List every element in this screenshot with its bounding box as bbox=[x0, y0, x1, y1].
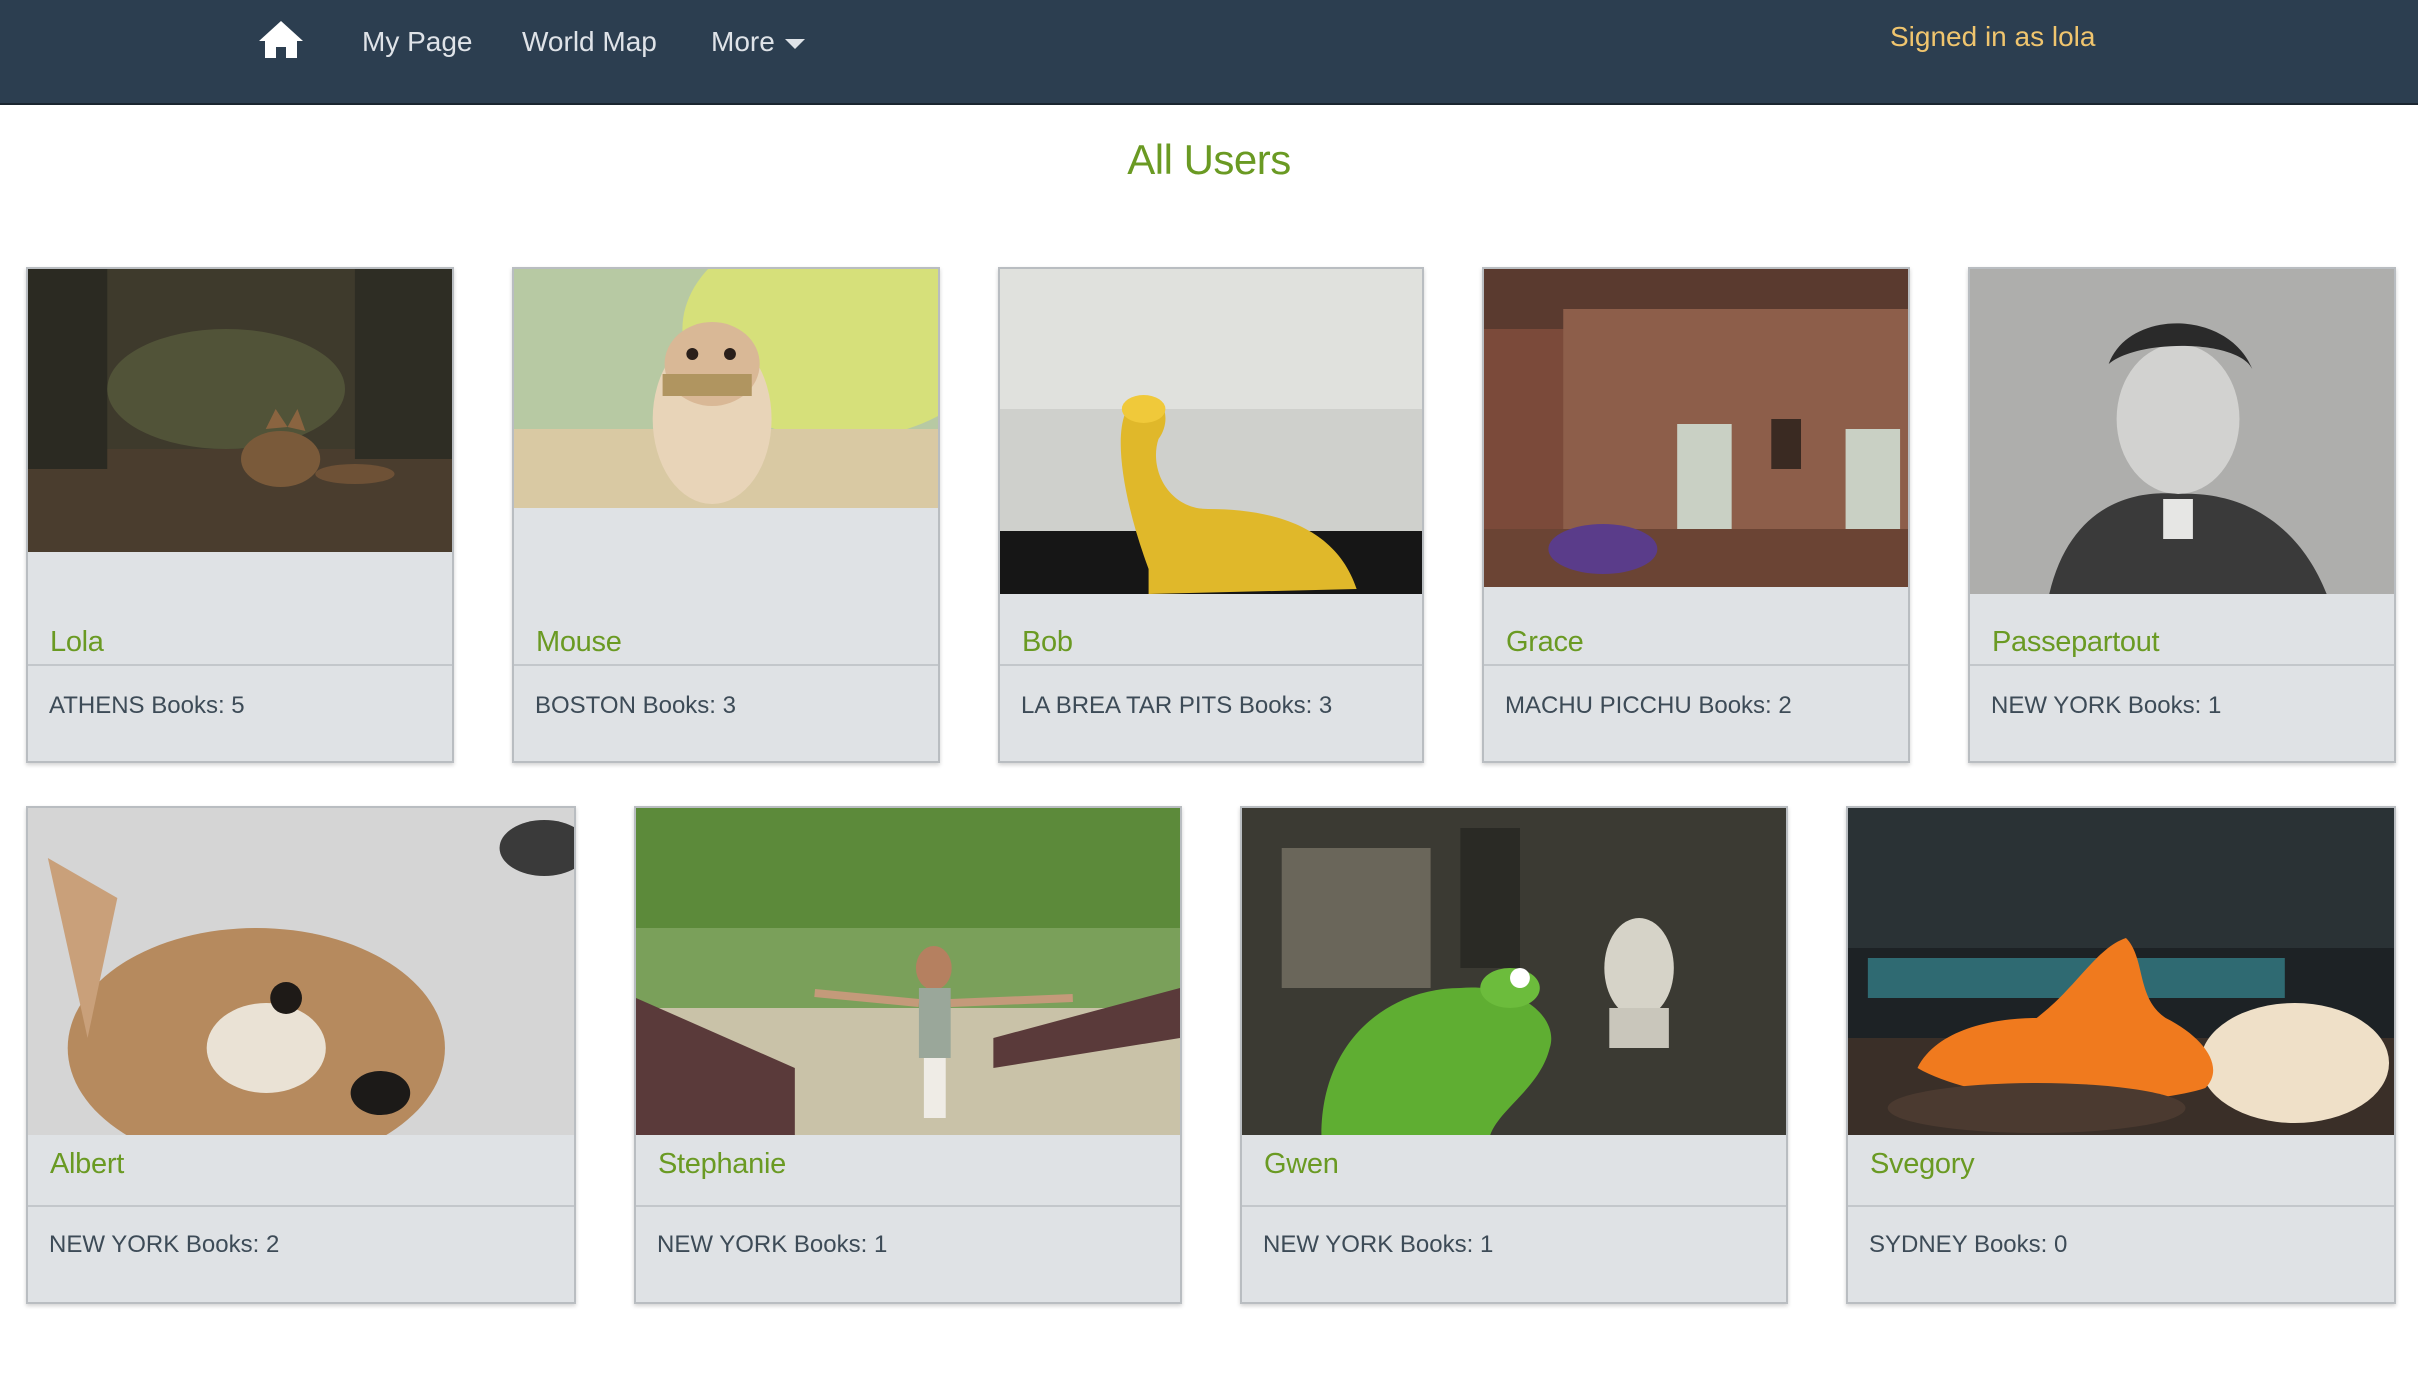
navbar: My Page World Map More Signed in as lola bbox=[0, 0, 2418, 105]
user-name[interactable]: Stephanie bbox=[658, 1148, 786, 1181]
user-photo bbox=[1242, 808, 1786, 1135]
divider bbox=[1848, 1205, 2394, 1207]
user-name[interactable]: Svegory bbox=[1870, 1148, 1975, 1181]
page-title: All Users bbox=[1127, 136, 1291, 183]
user-info: NEW YORK Books: 1 bbox=[657, 1231, 887, 1259]
user-location: NEW YORK bbox=[49, 1231, 180, 1258]
user-photo bbox=[28, 808, 574, 1135]
user-card-albert[interactable]: Albert NEW YORK Books: 2 bbox=[26, 806, 576, 1304]
user-info: ATHENS Books: 5 bbox=[49, 692, 245, 720]
user-card-lola[interactable]: Lola ATHENS Books: 5 bbox=[26, 267, 454, 763]
divider bbox=[1970, 664, 2394, 666]
user-info: NEW YORK Books: 1 bbox=[1263, 1231, 1493, 1259]
user-card-passepartout[interactable]: Passepartout NEW YORK Books: 1 bbox=[1968, 267, 2396, 763]
user-books: Books: 1 bbox=[2127, 692, 2222, 719]
user-books: Books: 2 bbox=[1698, 692, 1792, 719]
user-books: Books: 2 bbox=[185, 1231, 280, 1258]
nav-my-page[interactable]: My Page bbox=[362, 26, 473, 58]
user-info: NEW YORK Books: 2 bbox=[49, 1231, 279, 1259]
user-location: SYDNEY bbox=[1869, 1231, 1968, 1258]
divider bbox=[28, 664, 452, 666]
user-books: Books: 5 bbox=[151, 692, 245, 719]
user-name[interactable]: Lola bbox=[50, 626, 104, 659]
user-location: BOSTON bbox=[535, 692, 636, 719]
nav-more-label: More bbox=[711, 26, 775, 57]
user-location: LA BREA TAR PITS bbox=[1021, 692, 1233, 719]
user-card-gwen[interactable]: Gwen NEW YORK Books: 1 bbox=[1240, 806, 1788, 1304]
user-card-bob[interactable]: Bob LA BREA TAR PITS Books: 3 bbox=[998, 267, 1424, 763]
nav-more-dropdown[interactable]: More bbox=[711, 26, 805, 58]
user-name[interactable]: Albert bbox=[50, 1148, 124, 1181]
user-photo bbox=[1848, 808, 2394, 1135]
user-info: MACHU PICCHU Books: 2 bbox=[1505, 692, 1792, 720]
signed-in-status[interactable]: Signed in as lola bbox=[1890, 21, 2095, 53]
user-photo bbox=[1970, 269, 2394, 594]
user-photo bbox=[514, 269, 938, 508]
user-info: LA BREA TAR PITS Books: 3 bbox=[1021, 692, 1332, 720]
user-books: Books: 0 bbox=[1973, 1231, 2068, 1258]
user-location: ATHENS bbox=[49, 692, 145, 719]
user-books: Books: 1 bbox=[1399, 1231, 1494, 1258]
user-name[interactable]: Grace bbox=[1506, 626, 1584, 659]
user-photo bbox=[1484, 269, 1908, 587]
home-icon[interactable] bbox=[257, 18, 305, 62]
divider bbox=[514, 664, 938, 666]
user-card-stephanie[interactable]: Stephanie NEW YORK Books: 1 bbox=[634, 806, 1182, 1304]
user-card-grace[interactable]: Grace MACHU PICCHU Books: 2 bbox=[1482, 267, 1910, 763]
user-name[interactable]: Passepartout bbox=[1992, 626, 2160, 659]
user-photo bbox=[28, 269, 452, 552]
user-books: Books: 3 bbox=[1238, 692, 1333, 719]
user-books: Books: 3 bbox=[642, 692, 736, 719]
user-info: NEW YORK Books: 1 bbox=[1991, 692, 2221, 720]
user-location: NEW YORK bbox=[1991, 692, 2122, 719]
user-card-mouse[interactable]: Mouse BOSTON Books: 3 bbox=[512, 267, 940, 763]
user-photo bbox=[1000, 269, 1422, 594]
nav-world-map[interactable]: World Map bbox=[522, 26, 657, 58]
divider bbox=[1484, 664, 1908, 666]
user-books: Books: 1 bbox=[793, 1231, 888, 1258]
divider bbox=[28, 1205, 574, 1207]
user-photo bbox=[636, 808, 1180, 1135]
user-info: SYDNEY Books: 0 bbox=[1869, 1231, 2067, 1259]
user-name[interactable]: Mouse bbox=[536, 626, 622, 659]
divider bbox=[1000, 664, 1422, 666]
user-location: NEW YORK bbox=[1263, 1231, 1394, 1258]
user-name[interactable]: Bob bbox=[1022, 626, 1073, 659]
divider bbox=[636, 1205, 1180, 1207]
divider bbox=[1242, 1205, 1786, 1207]
user-info: BOSTON Books: 3 bbox=[535, 692, 736, 720]
user-location: NEW YORK bbox=[657, 1231, 788, 1258]
caret-down-icon bbox=[784, 39, 805, 49]
user-card-svegory[interactable]: Svegory SYDNEY Books: 0 bbox=[1846, 806, 2396, 1304]
user-name[interactable]: Gwen bbox=[1264, 1148, 1339, 1181]
user-location: MACHU PICCHU bbox=[1505, 692, 1692, 719]
